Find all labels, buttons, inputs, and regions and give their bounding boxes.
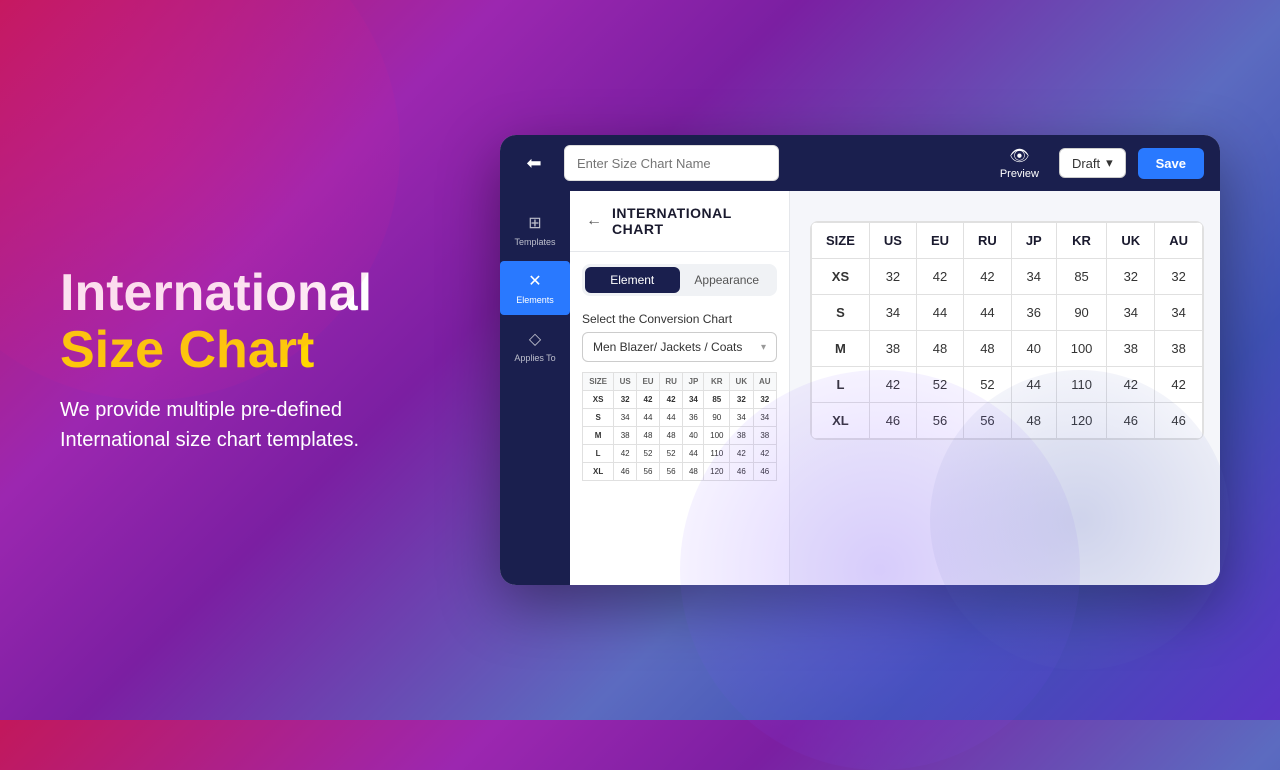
elements-icon: ✕ (528, 271, 541, 291)
dropdown-value: Men Blazer/ Jackets / Coats (593, 340, 742, 354)
conversion-label: Select the Conversion Chart (570, 308, 789, 332)
tab-element[interactable]: Element (585, 267, 680, 293)
tab-appearance[interactable]: Appearance (680, 267, 775, 293)
sidebar-label-applies-to: Applies To (514, 353, 555, 363)
sidebar-item-applies-to[interactable]: ◇ Applies To (500, 319, 570, 373)
sidebar: ⊞ Templates ✕ Elements ◇ Applies To (500, 191, 570, 585)
conversion-dropdown[interactable]: Men Blazer/ Jackets / Coats ▾ (582, 332, 777, 362)
templates-icon: ⊞ (528, 213, 541, 233)
preview-icon: 👁 (1009, 146, 1029, 166)
chevron-down-icon: ▾ (761, 342, 766, 353)
app-back-button[interactable]: ⬅ (516, 145, 552, 181)
sidebar-item-templates[interactable]: ⊞ Templates (500, 203, 570, 257)
sidebar-label-templates: Templates (514, 237, 555, 247)
sidebar-label-elements: Elements (516, 295, 554, 305)
preview-button[interactable]: 👁 Preview (992, 142, 1047, 184)
description: We provide multiple pre-defined Internat… (60, 395, 440, 455)
draft-button[interactable]: Draft ▾ (1059, 148, 1126, 178)
sidebar-item-elements[interactable]: ✕ Elements (500, 261, 570, 315)
tab-switcher: Element Appearance (582, 264, 777, 296)
back-icon: ⬅ (526, 153, 541, 174)
panel-back-button[interactable]: ← (586, 212, 602, 230)
preview-label: Preview (1000, 168, 1039, 180)
top-bar: ⬅ 👁 Preview Draft ▾ Save (500, 135, 1220, 191)
panel-header: ← INTERNATIONAL CHART (570, 191, 789, 252)
applies-to-icon: ◇ (529, 329, 541, 349)
save-button[interactable]: Save (1138, 148, 1204, 179)
bg-decoration-3 (930, 370, 1230, 670)
panel-title: INTERNATIONAL CHART (612, 205, 773, 237)
draft-arrow-icon: ▾ (1106, 155, 1113, 171)
draft-label: Draft (1072, 156, 1100, 171)
chart-name-input[interactable] (564, 145, 779, 181)
